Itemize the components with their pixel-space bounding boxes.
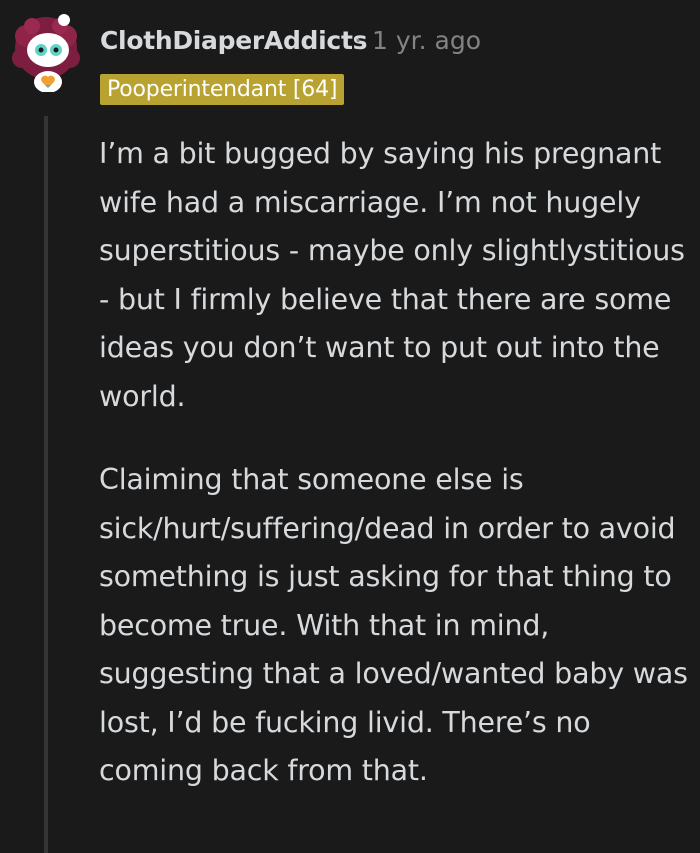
comment-timestamp[interactable]: 1 yr. ago [372,26,481,55]
meta-separator: · [354,26,362,55]
avatar[interactable] [8,12,84,93]
snoo-avatar-icon [12,14,80,93]
comment-author[interactable]: ClothDiaperAddicts [100,26,367,55]
thread-collapse-line[interactable] [44,116,48,853]
comment-paragraph: I’m a bit bugged by saying his pregnant … [99,137,685,413]
comment-body: I’m a bit bugged by saying his pregnant … [99,130,689,831]
comment-paragraph: Claiming that someone else is sick/hurt/… [99,463,688,787]
user-flair: Pooperintendant [64] [100,74,345,105]
